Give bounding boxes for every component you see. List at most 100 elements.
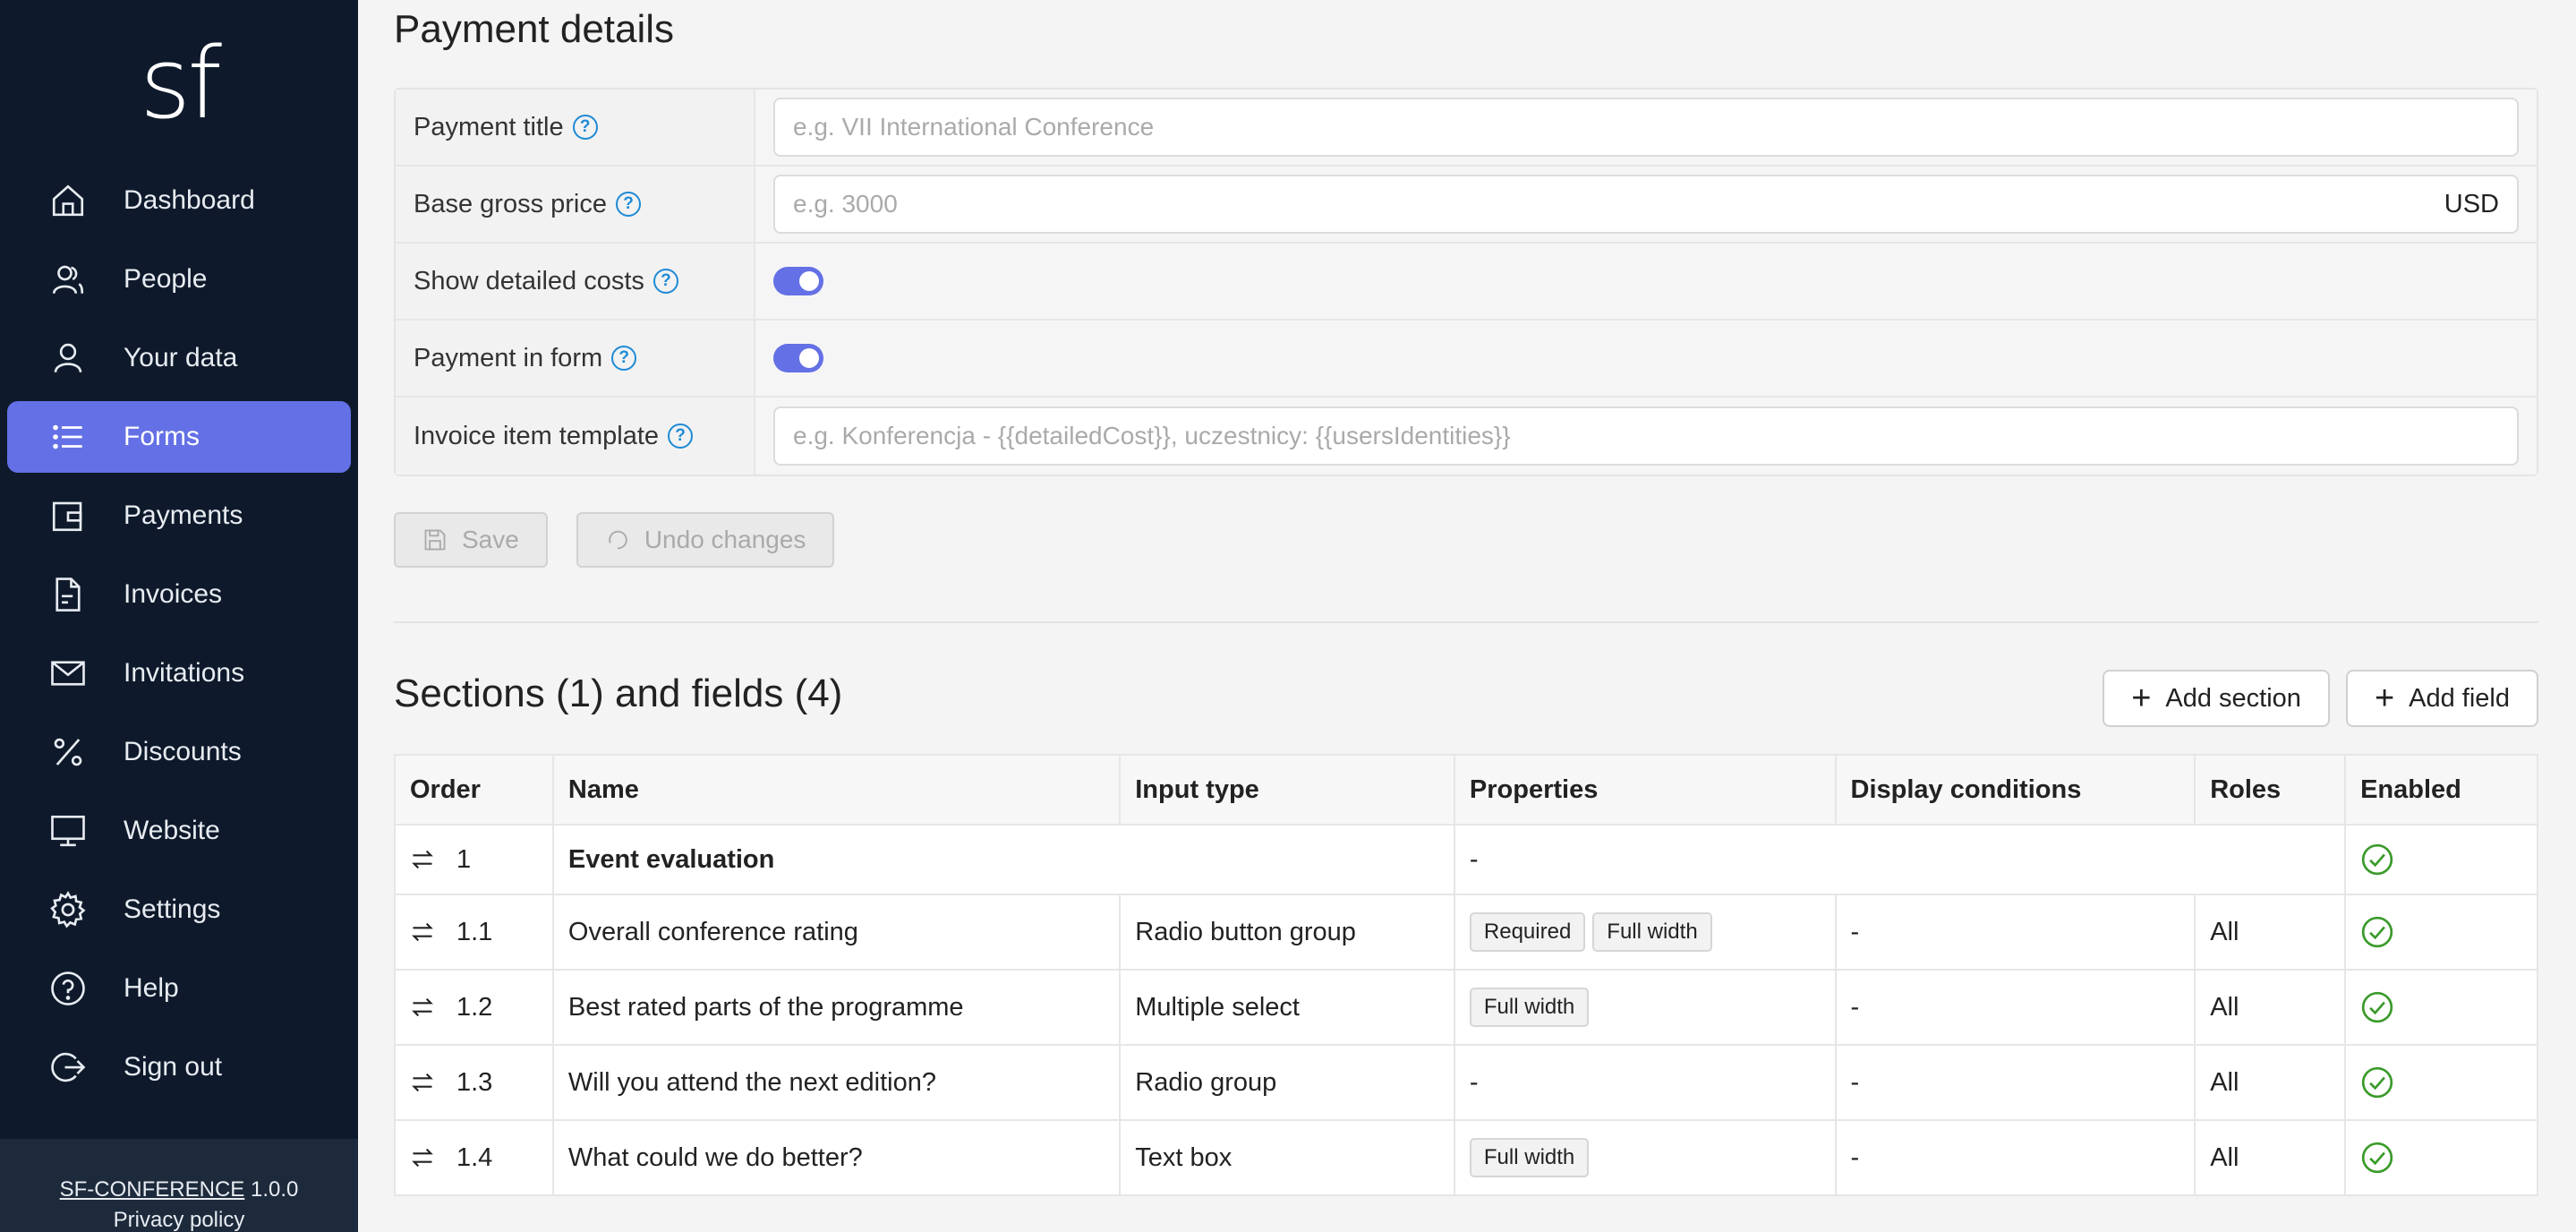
field-conditions: - [1835,1045,2196,1121]
help-icon[interactable]: ? [611,346,637,371]
table-row[interactable]: 1.4 What could we do better? Text box Fu… [395,1120,2538,1196]
user-icon [48,338,88,378]
add-section-label: Add section [2165,683,2301,713]
property-tag: Full width [1469,988,1590,1027]
save-icon [424,529,446,551]
sidebar-item-people[interactable]: People [7,244,351,315]
divider [394,621,2538,623]
section-actions: + Add section + Add field [2103,670,2538,727]
order-number: 1.4 [456,1142,493,1172]
sidebar-item-sign-out[interactable]: Sign out [7,1031,351,1103]
privacy-policy-link[interactable]: Privacy policy [0,1205,358,1232]
sidebar-item-website[interactable]: Website [7,795,351,867]
sidebar-item-label: Sign out [124,1052,223,1082]
field-roles: All [2195,970,2347,1046]
base-price-input[interactable]: e.g. 3000 USD [773,175,2519,234]
payment-in-form-label: Payment in form? [396,321,755,396]
help-icon[interactable]: ? [572,115,598,140]
help-icon[interactable]: ? [616,192,641,217]
add-field-button[interactable]: + Add field [2345,670,2538,727]
check-circle-icon [2360,843,2537,877]
people-icon [48,260,88,299]
add-section-button[interactable]: + Add section [2103,670,2330,727]
monitor-icon [48,811,88,851]
table-row[interactable]: 1.1 Overall conference rating Radio butt… [395,894,2538,971]
sidebar-item-your-data[interactable]: Your data [7,322,351,394]
reorder-icon[interactable] [410,995,435,1020]
sidebar-item-invitations[interactable]: Invitations [7,637,351,709]
column-header[interactable]: Input type [1120,755,1455,826]
show-costs-toggle[interactable] [773,267,823,295]
label-text: Payment in form [414,343,603,372]
sidebar-item-forms[interactable]: Forms [7,401,351,473]
column-header[interactable]: Roles [2195,755,2347,826]
field-name: Overall conference rating [552,894,1122,971]
form-buttons: Save Undo changes [394,512,835,568]
label-text: Show detailed costs [414,266,644,295]
table-row[interactable]: 1.2 Best rated parts of the programme Mu… [395,970,2538,1046]
column-header[interactable]: Order [395,755,554,826]
sidebar-item-settings[interactable]: Settings [7,874,351,945]
section-properties: - [1454,825,2347,895]
invoice-template-input[interactable]: e.g. Konferencja - {{detailedCost}}, ucz… [773,406,2519,466]
check-circle-icon [2360,990,2537,1024]
order-number: 1.3 [456,1067,493,1097]
label-text: Base gross price [414,189,607,218]
field-input-type: Radio button group [1120,894,1455,971]
label-text: Payment title [414,112,564,141]
column-header[interactable]: Enabled [2345,755,2538,826]
order-number: 1 [456,844,472,874]
field-roles: All [2195,1120,2347,1196]
payment-in-form-toggle[interactable] [773,344,823,372]
help-icon[interactable]: ? [653,269,678,294]
gear-icon [48,890,88,929]
reorder-icon[interactable] [410,1070,435,1095]
sidebar-item-label: People [124,264,208,294]
invoice-template-label: Invoice item template? [396,398,755,475]
field-conditions: - [1835,894,2196,971]
input-placeholder: e.g. Konferencja - {{detailedCost}}, ucz… [793,422,1511,449]
field-properties: - [1454,1045,1837,1121]
plus-icon: + [2131,680,2152,717]
currency-unit: USD [2444,189,2499,218]
section-name: Event evaluation [552,825,1455,895]
app-version: 1.0.0 [250,1177,299,1202]
column-header[interactable]: Display conditions [1835,755,2196,826]
reorder-icon[interactable] [410,920,435,945]
show-costs-label: Show detailed costs? [396,244,755,319]
help-icon[interactable]: ? [668,424,694,449]
app-version-link[interactable]: SF-CONFERENCE [60,1177,245,1202]
field-properties: Required Full width [1454,894,1837,971]
field-input-type: Radio group [1120,1045,1455,1121]
app-logo[interactable]: sf [0,25,358,141]
property-tag: Full width [1592,912,1712,952]
reorder-icon[interactable] [410,847,435,872]
undo-changes-button[interactable]: Undo changes [576,512,835,568]
payment-title-input[interactable]: e.g. VII International Conference [773,98,2519,157]
field-name: Will you attend the next edition? [552,1045,1122,1121]
column-header[interactable]: Name [552,755,1122,826]
help-icon [48,969,88,1008]
order-number: 1.1 [456,917,493,946]
table-row[interactable]: 1.3 Will you attend the next edition? Ra… [395,1045,2538,1121]
section-row[interactable]: 1 Event evaluation - [395,825,2538,895]
reorder-icon[interactable] [410,1145,435,1170]
sidebar-item-payments[interactable]: Payments [7,480,351,552]
sidebar-item-label: Settings [124,894,221,924]
field-properties: Full width [1454,970,1837,1046]
sidebar-footer: SF-CONFERENCE 1.0.0 Privacy policy [0,1139,358,1232]
check-circle-icon [2360,915,2537,949]
sidebar-item-label: Dashboard [124,185,255,215]
field-roles: All [2195,894,2347,971]
sidebar: sf Dashboard People Your data Forms Paym… [0,0,358,1232]
sidebar-item-help[interactable]: Help [7,953,351,1024]
sidebar-item-label: Payments [124,500,243,530]
list-icon [48,417,88,457]
sidebar-item-invoices[interactable]: Invoices [7,559,351,630]
field-conditions: - [1835,1120,2196,1196]
column-header[interactable]: Properties [1454,755,1837,826]
sidebar-item-discounts[interactable]: Discounts [7,716,351,788]
save-button[interactable]: Save [394,512,548,568]
table-header: Order Name Input type Properties Display… [395,755,2538,826]
sidebar-item-dashboard[interactable]: Dashboard [7,165,351,236]
